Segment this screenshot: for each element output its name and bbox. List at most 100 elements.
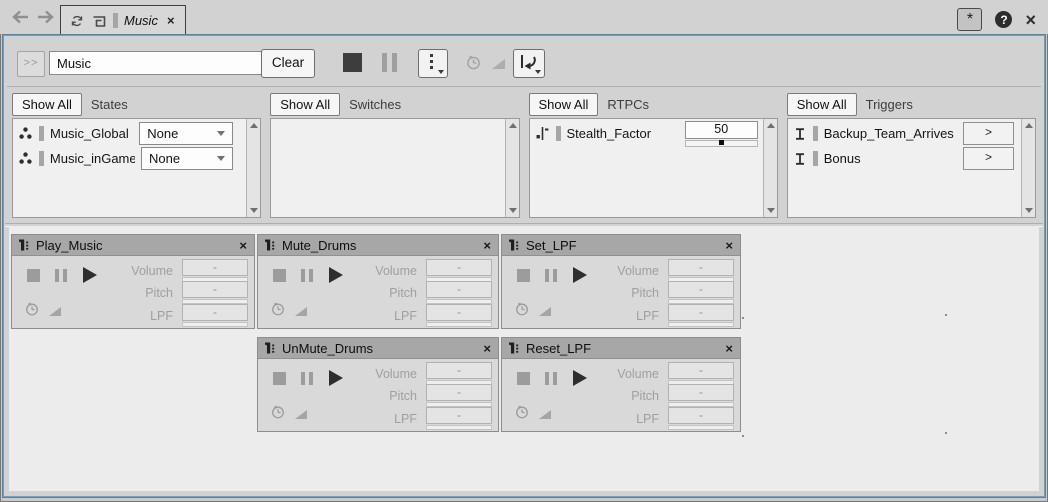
close-view-button[interactable]: × — [1025, 12, 1036, 28]
clock-icon — [270, 404, 286, 420]
back-arrow-icon[interactable] — [10, 9, 30, 25]
field-value[interactable]: - — [668, 384, 734, 401]
field-value[interactable]: - — [182, 281, 248, 298]
scroll-up-icon[interactable] — [1022, 119, 1035, 132]
field-value[interactable]: - — [426, 281, 492, 298]
show-all-states-button[interactable]: Show All — [12, 93, 82, 116]
module-field-group: LPF - — [636, 407, 734, 430]
stop-all-button[interactable] — [343, 53, 362, 72]
show-all-rtpcs-button[interactable]: Show All — [529, 93, 599, 116]
expand-button[interactable]: >> — [17, 51, 45, 77]
stop-button[interactable] — [517, 372, 530, 385]
post-trigger-button[interactable]: > — [963, 147, 1014, 170]
stop-button[interactable] — [273, 372, 286, 385]
module-close-icon[interactable]: × — [483, 341, 491, 356]
field-value[interactable]: - — [426, 407, 492, 424]
pause-button[interactable] — [55, 269, 67, 282]
field-value[interactable]: - — [668, 362, 734, 379]
pin-view-button[interactable]: * — [957, 8, 982, 31]
field-value[interactable]: - — [668, 304, 734, 321]
module-titlebar[interactable]: UnMute_Drums × — [258, 338, 498, 359]
pause-button[interactable] — [301, 372, 313, 385]
module-titlebar[interactable]: Mute_Drums × — [258, 235, 498, 256]
grid-dot — [945, 314, 947, 316]
play-button[interactable] — [573, 267, 587, 283]
help-button[interactable]: ? — [995, 11, 1012, 28]
play-button[interactable] — [573, 370, 587, 386]
stop-button[interactable] — [273, 269, 286, 282]
field-value[interactable]: - — [426, 362, 492, 379]
field-label: Volume — [375, 367, 417, 381]
field-slider[interactable] — [182, 322, 248, 327]
show-all-triggers-button[interactable]: Show All — [787, 93, 857, 116]
state-value-dropdown[interactable]: None — [141, 147, 233, 170]
stop-button[interactable] — [27, 269, 40, 282]
notes-chip — [556, 126, 561, 141]
main-frame: >> Clear — [2, 34, 1046, 498]
module-field-group: Pitch - — [145, 281, 248, 304]
field-value[interactable]: - — [426, 259, 492, 276]
fade-icon — [538, 409, 552, 420]
field-slider[interactable] — [668, 322, 734, 327]
module-titlebar[interactable]: Reset_LPF × — [502, 338, 740, 359]
forward-arrow-icon[interactable] — [36, 9, 56, 25]
field-value[interactable]: - — [182, 259, 248, 276]
tab-music[interactable]: Music × — [60, 5, 186, 35]
module-field-group: Volume - — [617, 362, 734, 385]
show-all-switches-button[interactable]: Show All — [270, 93, 340, 116]
tab-bar: Music × * ? × — [0, 0, 1048, 34]
module-titlebar[interactable]: Play_Music × — [12, 235, 254, 256]
scroll-down-icon[interactable] — [764, 204, 777, 217]
more-options-button[interactable] — [418, 49, 448, 78]
play-button[interactable] — [329, 370, 343, 386]
pause-button[interactable] — [545, 269, 557, 282]
rtpc-slider[interactable] — [685, 140, 758, 147]
module-titlebar[interactable]: Set_LPF × — [502, 235, 740, 256]
grid-dot — [945, 432, 947, 434]
pause-button[interactable] — [545, 372, 557, 385]
field-slider[interactable] — [426, 322, 492, 327]
pause-all-button[interactable] — [381, 53, 398, 72]
scroll-up-icon[interactable] — [247, 119, 260, 132]
tab-close-icon[interactable]: × — [167, 13, 175, 28]
clear-button[interactable]: Clear — [261, 49, 315, 78]
scrollbar[interactable] — [763, 119, 777, 217]
scroll-down-icon[interactable] — [247, 204, 260, 217]
field-value[interactable]: - — [668, 407, 734, 424]
rtpcs-title: RTPCs — [607, 97, 649, 112]
scroll-down-icon[interactable] — [1022, 204, 1035, 217]
scroll-up-icon[interactable] — [506, 119, 519, 132]
module-close-icon[interactable]: × — [725, 238, 733, 253]
session-name-input[interactable] — [49, 51, 263, 75]
module-close-icon[interactable]: × — [483, 238, 491, 253]
field-slider[interactable] — [426, 425, 492, 430]
scroll-down-icon[interactable] — [506, 204, 519, 217]
stop-button[interactable] — [517, 269, 530, 282]
field-value[interactable]: - — [668, 281, 734, 298]
play-button[interactable] — [329, 267, 343, 283]
scrollbar[interactable] — [246, 119, 260, 217]
field-slider[interactable] — [668, 425, 734, 430]
rtpc-value-field[interactable]: 50 — [685, 121, 758, 139]
state-row: Music_Global None — [13, 121, 246, 146]
pause-button[interactable] — [301, 269, 313, 282]
scrollbar[interactable] — [1021, 119, 1035, 217]
reset-all-button[interactable] — [513, 49, 545, 78]
clock-icon — [24, 301, 40, 317]
scrollbar[interactable] — [505, 119, 519, 217]
state-value-dropdown[interactable]: None — [139, 122, 233, 145]
field-value[interactable]: - — [182, 304, 248, 321]
module-close-icon[interactable]: × — [725, 341, 733, 356]
game-parameter-icon — [535, 126, 550, 141]
scroll-up-icon[interactable] — [764, 119, 777, 132]
field-value[interactable]: - — [426, 384, 492, 401]
rtpc-slider-thumb[interactable] — [719, 140, 724, 145]
module-close-icon[interactable]: × — [239, 238, 247, 253]
field-label: LPF — [394, 412, 417, 426]
field-value[interactable]: - — [426, 304, 492, 321]
play-button[interactable] — [83, 267, 97, 283]
field-value[interactable]: - — [668, 259, 734, 276]
field-label: Pitch — [631, 286, 659, 300]
post-trigger-button[interactable]: > — [963, 122, 1014, 145]
soundcaster-module: Set_LPF × Volume - Pitch - LPF - — [501, 234, 741, 329]
